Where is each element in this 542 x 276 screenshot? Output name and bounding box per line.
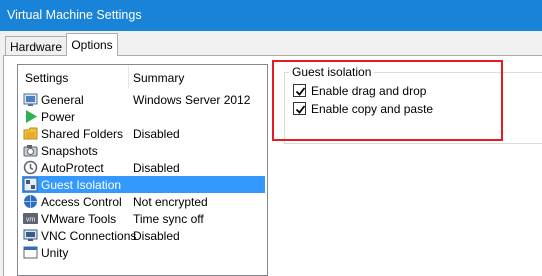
- window-title: Virtual Machine Settings: [7, 8, 142, 22]
- settings-item-summary: Disabled: [133, 229, 180, 243]
- drag-drop-checkbox[interactable]: [293, 84, 306, 97]
- tab-hardware[interactable]: Hardware: [5, 36, 67, 55]
- settings-item-label: General: [41, 93, 84, 107]
- tab-strip: Hardware Options: [0, 31, 542, 56]
- autoprotect-icon: [23, 160, 38, 175]
- settings-item-guest-isolation[interactable]: Guest Isolation: [22, 176, 265, 193]
- settings-item-autoprotect[interactable]: AutoProtect Disabled: [22, 159, 265, 176]
- column-divider[interactable]: [128, 66, 129, 88]
- settings-item-label: VNC Connections: [41, 229, 137, 243]
- title-bar[interactable]: Virtual Machine Settings: [0, 0, 542, 31]
- group-title: Guest isolation: [289, 65, 375, 79]
- copy-paste-label[interactable]: Enable copy and paste: [311, 102, 433, 116]
- vnc-connections-icon: [23, 228, 38, 243]
- svg-text:vm: vm: [26, 217, 36, 224]
- settings-item-label: Guest Isolation: [41, 178, 122, 192]
- settings-item-summary: Windows Server 2012: [133, 93, 251, 107]
- settings-item-summary: Not encrypted: [133, 195, 208, 209]
- access-control-icon: [23, 194, 38, 209]
- settings-item-label: AutoProtect: [41, 161, 104, 175]
- settings-item-label: Shared Folders: [41, 127, 124, 141]
- copy-paste-checkbox[interactable]: [293, 102, 306, 115]
- settings-item-access-control[interactable]: Access Control Not encrypted: [22, 193, 265, 210]
- column-header-settings[interactable]: Settings: [25, 71, 68, 85]
- settings-item-label: Unity: [41, 246, 69, 260]
- settings-item-vnc-connections[interactable]: VNC Connections Disabled: [22, 227, 265, 244]
- settings-item-summary: Disabled: [133, 127, 180, 141]
- settings-item-summary: Time sync off: [133, 212, 204, 226]
- settings-item-general[interactable]: General Windows Server 2012: [22, 91, 265, 108]
- drag-drop-label[interactable]: Enable drag and drop: [311, 84, 426, 98]
- column-header-summary[interactable]: Summary: [133, 71, 184, 85]
- settings-item-unity[interactable]: Unity: [22, 244, 265, 261]
- shared-folders-icon: [23, 126, 38, 141]
- unity-icon: [23, 245, 38, 260]
- checkmark-icon: [295, 87, 306, 96]
- general-icon: [23, 92, 38, 107]
- settings-item-label: Access Control: [41, 195, 122, 209]
- checkmark-icon: [295, 105, 306, 114]
- tab-options[interactable]: Options: [66, 33, 118, 56]
- settings-item-summary: Disabled: [133, 161, 180, 175]
- settings-item-label: Snapshots: [41, 144, 98, 158]
- settings-item-power[interactable]: Power: [22, 108, 265, 125]
- settings-item-label: VMware Tools: [41, 212, 117, 226]
- snapshots-icon: [23, 143, 38, 158]
- settings-item-shared-folders[interactable]: Shared Folders Disabled: [22, 125, 265, 142]
- settings-item-label: Power: [41, 110, 76, 124]
- vmware-tools-icon: vm: [23, 211, 38, 226]
- settings-item-snapshots[interactable]: Snapshots: [22, 142, 265, 159]
- settings-item-vmware-tools[interactable]: vm VMware Tools Time sync off: [22, 210, 265, 227]
- guest-isolation-icon: [23, 177, 38, 192]
- power-play-icon: [23, 109, 38, 124]
